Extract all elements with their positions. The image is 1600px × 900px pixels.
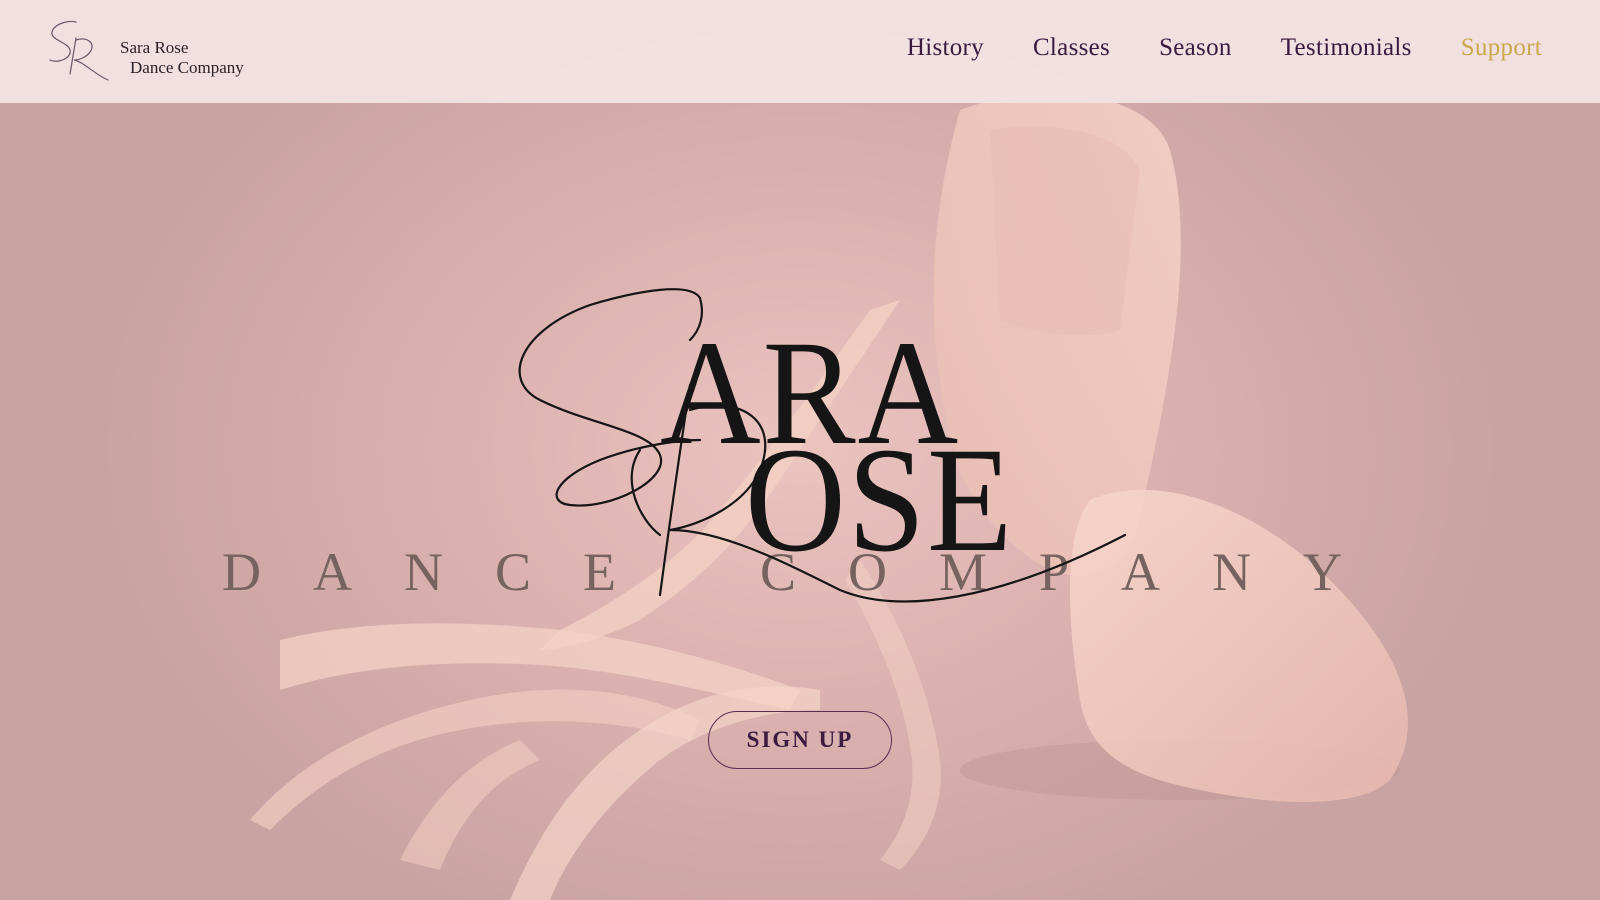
main-nav: History Classes Season Testimonials Supp… — [858, 34, 1542, 62]
tagline-letter: A — [312, 542, 352, 602]
tagline-letter: O — [847, 542, 887, 602]
tagline-letter: D — [222, 542, 261, 602]
brand-name-line1: Sara Rose — [120, 38, 189, 57]
tagline-letter: C — [494, 542, 531, 602]
tagline-letter: P — [1038, 542, 1069, 602]
nav-item-classes[interactable]: Classes — [1033, 34, 1110, 62]
sign-up-button[interactable]: SIGN UP — [708, 711, 892, 769]
nav-item-support[interactable]: Support — [1461, 34, 1542, 62]
tagline-letter: Y — [1302, 542, 1342, 602]
tagline-letter: E — [582, 542, 616, 602]
tagline-letter: N — [403, 542, 443, 602]
nav-item-testimonials[interactable]: Testimonials — [1281, 34, 1412, 62]
tagline-letter: C — [759, 542, 796, 602]
tagline-letter: A — [1120, 542, 1160, 602]
site-header: Sara Rose Dance Company History Classes … — [0, 0, 1600, 103]
sr-monogram-icon — [49, 20, 109, 81]
brand-name-line2: Dance Company — [130, 58, 244, 77]
tagline-letter: N — [1211, 542, 1251, 602]
hero-tagline: D A N C E C O M P A N Y — [222, 545, 1342, 599]
tagline-letter: M — [938, 542, 987, 602]
brand-logo[interactable]: Sara Rose Dance Company — [46, 18, 276, 88]
nav-item-history[interactable]: History — [907, 34, 984, 62]
hero-section: ARA OSE D A N C E C O M P A N Y Sara Ros… — [0, 0, 1600, 900]
tagline-gap — [668, 545, 708, 599]
nav-item-season[interactable]: Season — [1159, 34, 1232, 62]
